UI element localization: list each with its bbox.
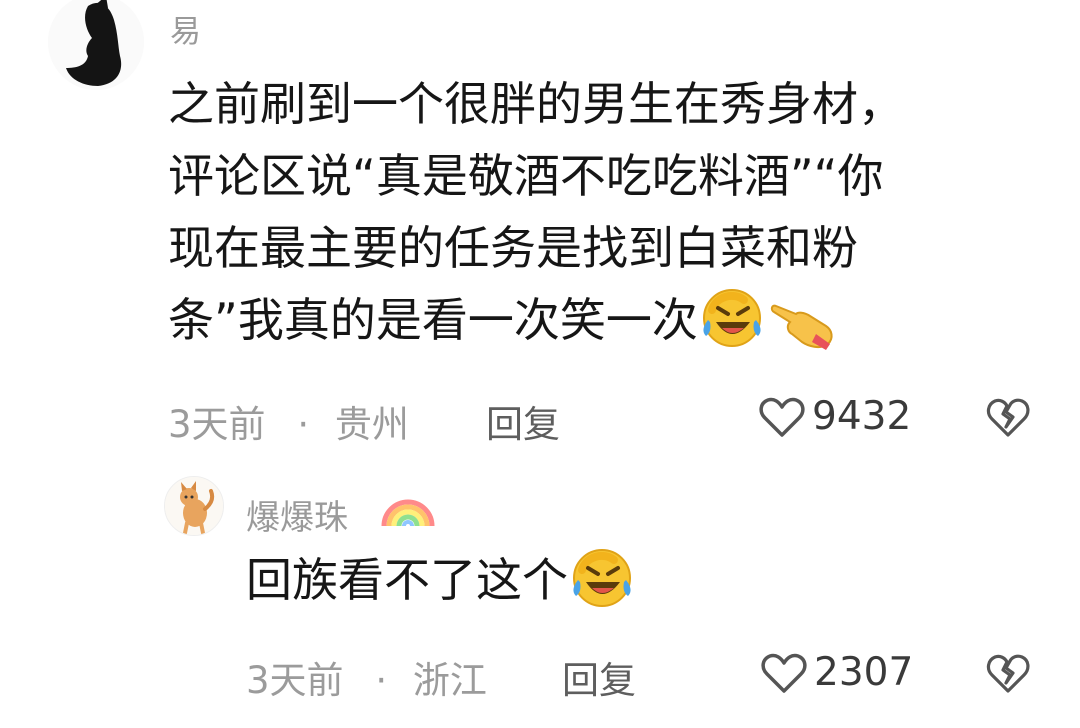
like-count: 9432 bbox=[812, 394, 912, 439]
comment-text: 之前刷到一个很胖的男生在秀身材， 评论区说“真是敬酒不吃吃料酒”“你 现在最主要… bbox=[168, 68, 1048, 356]
meta-separator: · bbox=[375, 659, 388, 702]
pointing-hand-emoji-icon bbox=[768, 286, 838, 350]
comment-text-fragment: 回族看不了这个 bbox=[246, 553, 568, 607]
dislike-button[interactable] bbox=[986, 654, 1030, 698]
heart-icon bbox=[759, 397, 805, 437]
comment-time: 3天前 bbox=[168, 403, 266, 446]
username[interactable]: 爆爆珠 bbox=[246, 490, 348, 539]
comment-text: 回族看不了这个 bbox=[246, 544, 638, 616]
like-button[interactable]: 2307 bbox=[760, 650, 913, 695]
dislike-button[interactable] bbox=[986, 398, 1030, 442]
comment-location: 浙江 bbox=[412, 659, 487, 702]
user-avatar[interactable] bbox=[164, 476, 224, 536]
comment-location: 贵州 bbox=[334, 403, 409, 446]
user-avatar[interactable] bbox=[48, 0, 144, 90]
comment-text-line: 评论区说“真是敬酒不吃吃料酒”“你 bbox=[168, 149, 884, 203]
comment-text-line: 条”我真的是看一次笑一次 bbox=[168, 284, 1048, 356]
heart-icon bbox=[761, 653, 807, 693]
reply-button[interactable]: 回复 bbox=[562, 650, 636, 704]
rainbow-icon bbox=[378, 482, 438, 530]
username[interactable]: 易 bbox=[170, 6, 201, 51]
comment-meta: 3天前 · 贵州 bbox=[168, 394, 409, 448]
comment-time: 3天前 bbox=[246, 659, 344, 702]
like-count: 2307 bbox=[814, 650, 914, 695]
comment-text-line: 现在最主要的任务是找到白菜和粉 bbox=[168, 221, 858, 275]
comment-meta: 3天前 · 浙江 bbox=[246, 650, 487, 704]
laughing-cry-emoji-icon bbox=[568, 546, 638, 610]
broken-heart-icon bbox=[986, 398, 1030, 437]
broken-heart-icon bbox=[986, 654, 1030, 693]
comment-text-line: 之前刷到一个很胖的男生在秀身材， bbox=[168, 77, 904, 131]
meta-separator: · bbox=[297, 403, 310, 446]
comment-text-fragment: 条”我真的是看一次笑一次 bbox=[168, 293, 698, 347]
like-button[interactable]: 9432 bbox=[758, 394, 911, 439]
laughing-cry-emoji-icon bbox=[698, 286, 768, 350]
reply-button[interactable]: 回复 bbox=[486, 394, 560, 448]
